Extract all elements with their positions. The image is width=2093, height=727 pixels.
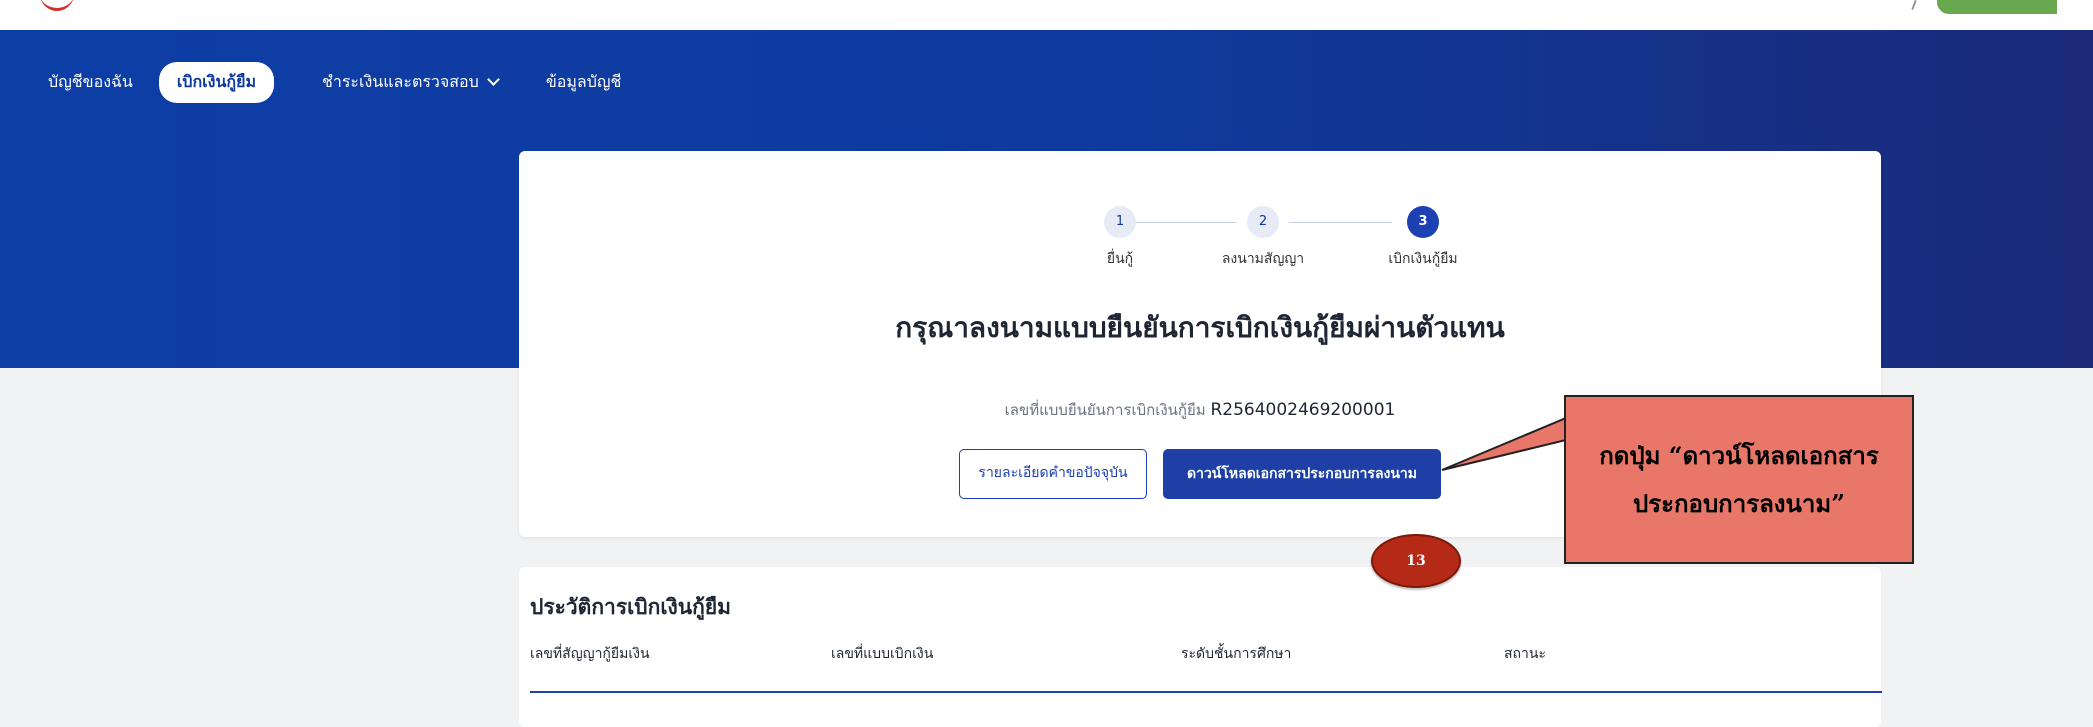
nav-account-info[interactable]: ข้อมูลบัญชี xyxy=(546,70,622,95)
stepper: 1 ยื่นกู้ 2 ลงนามสัญญา 3 เบิกเงินกู้ยืม xyxy=(519,206,1881,296)
step-number: 3 xyxy=(1407,206,1439,238)
main-nav: บัญชีของฉัน เบิกเงินกู้ยืม ชำระเงินและตร… xyxy=(0,61,622,103)
step-label: เบิกเงินกู้ยืม xyxy=(1388,251,1458,267)
column-header: เลขที่สัญญากู้ยืมเงิน xyxy=(530,646,650,662)
history-card: ประวัติการเบิกเงินกู้ยืม เลขที่สัญญากู้ย… xyxy=(519,567,1882,727)
column-header: เลขที่แบบเบิกเงิน xyxy=(831,646,934,662)
step-label: ยื่นกู้ xyxy=(1106,251,1134,267)
nav-payment-check[interactable]: ชำระเงินและตรวจสอบ xyxy=(321,70,500,95)
step-label: ลงนามสัญญา xyxy=(1221,251,1305,267)
page-title: กรุณาลงนามแบบยืนยันการเบิกเงินกู้ยืมผ่าน… xyxy=(895,311,1505,344)
history-title: ประวัติการเบิกเงินกู้ยืม xyxy=(530,595,731,619)
header-decoration xyxy=(1937,0,2057,14)
step-badge: 13 xyxy=(1371,534,1461,588)
step-2: 2 ลงนามสัญญา xyxy=(1193,206,1333,270)
top-header xyxy=(0,0,2093,30)
nav-payment-label: ชำระเงินและตรวจสอบ xyxy=(321,71,479,91)
current-request-details-button[interactable]: รายละเอียดคำขอปัจจุบัน xyxy=(959,449,1147,499)
divider xyxy=(1911,0,1917,11)
reference-label: เลขที่แบบยืนยันการเบิกเงินกู้ยืม xyxy=(1004,401,1206,419)
divider xyxy=(530,691,1882,693)
nav-loan-disbursement[interactable]: เบิกเงินกู้ยืม xyxy=(158,61,274,103)
callout-line-2: ประกอบการลงนาม” xyxy=(1632,488,1846,518)
step-1: 1 ยื่นกู้ xyxy=(1050,206,1190,270)
reference-value: R2564002469200001 xyxy=(1210,400,1396,420)
column-header: สถานะ xyxy=(1504,646,1546,662)
step-3: 3 เบิกเงินกู้ยืม xyxy=(1353,206,1493,270)
chevron-down-icon xyxy=(486,73,500,86)
instruction-callout: กดปุ่ม “ดาวน์โหลดเอกสาร ประกอบการลงนาม” xyxy=(1564,395,1914,564)
download-signing-documents-button[interactable]: ดาวน์โหลดเอกสารประกอบการลงนาม xyxy=(1163,449,1441,499)
callout-line-1: กดปุ่ม “ดาวน์โหลดเอกสาร xyxy=(1599,440,1879,470)
nav-my-account[interactable]: บัญชีของฉัน xyxy=(48,70,133,95)
step-number: 2 xyxy=(1247,206,1279,238)
column-header: ระดับชั้นการศึกษา xyxy=(1181,646,1292,662)
step-number: 1 xyxy=(1104,206,1136,238)
logo xyxy=(40,0,74,11)
